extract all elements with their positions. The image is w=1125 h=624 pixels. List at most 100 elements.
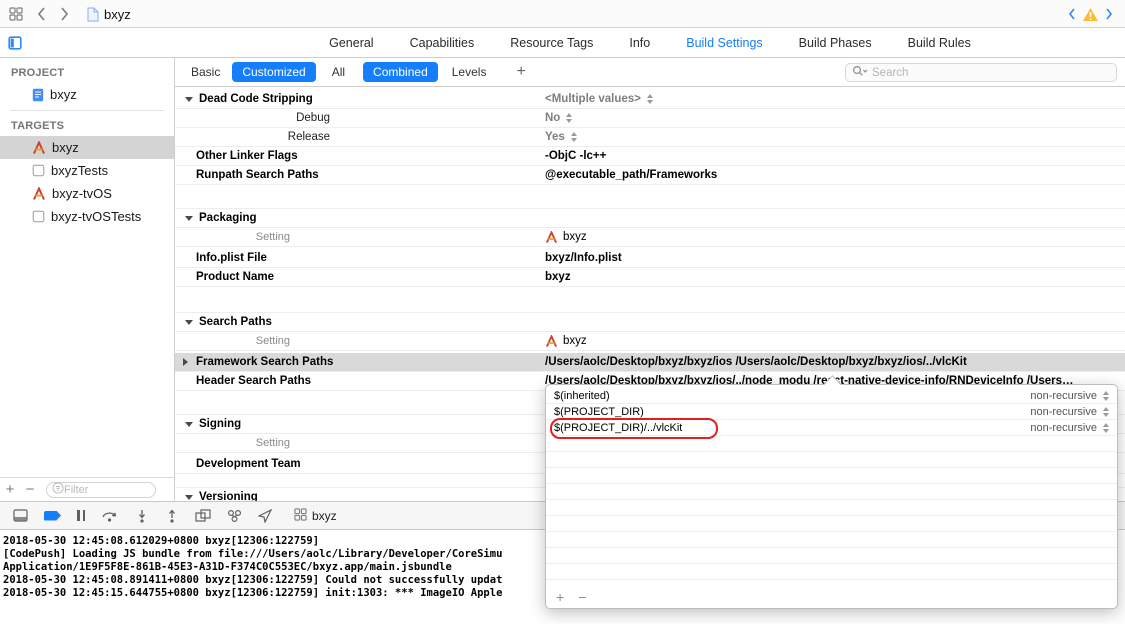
setting-row-dead-code-stripping[interactable]: Dead Code Stripping <Multiple values> [175,90,1125,109]
window-grid-icon[interactable] [9,0,23,28]
view-debugger-icon[interactable] [195,508,211,523]
next-issue-icon[interactable] [1105,0,1113,28]
setting-row-framework-search-paths[interactable]: Framework Search Paths /Users/aolc/Deskt… [175,353,1125,372]
tab-info[interactable]: Info [629,36,650,50]
setting-row-debug[interactable]: Debug No [175,109,1125,128]
scope-combined[interactable]: Combined [363,62,438,82]
forward-chevron-icon[interactable] [60,0,69,28]
step-out-icon[interactable] [165,508,179,523]
sidebar-item-project-bxyz[interactable]: bxyz [0,83,174,106]
mode-stepper[interactable] [1103,406,1109,417]
value-stepper[interactable] [570,132,577,142]
search-paths-popover: $(inherited) non-recursive $(PROJECT_DIR… [545,375,1118,609]
remove-path-button[interactable]: − [578,589,586,605]
setting-row-product-name[interactable]: Product Name bxyz [175,268,1125,287]
simulate-location-icon[interactable] [258,508,272,523]
empty-path-row[interactable] [546,564,1117,580]
setting-value[interactable]: <Multiple values> [545,93,1119,105]
tab-capabilities[interactable]: Capabilities [410,36,475,50]
test-bundle-icon [32,210,45,223]
setting-value[interactable]: No [545,112,1119,124]
section-title: Packaging [199,212,257,224]
section-header-packaging[interactable]: Packaging [175,209,1125,228]
scope-customized[interactable]: Customized [232,62,316,82]
empty-path-row[interactable] [546,548,1117,564]
filter-input[interactable] [64,483,144,496]
add-build-setting-button[interactable]: + [516,63,525,81]
value-stepper[interactable] [566,113,573,123]
setting-row-other-linker-flags[interactable]: Other Linker Flags -ObjC -lc++ [175,147,1125,166]
step-over-icon[interactable] [101,509,119,523]
recursion-mode[interactable]: non-recursive [1030,390,1097,402]
scope-levels[interactable]: Levels [448,62,491,82]
setting-value[interactable]: @executable_path/Frameworks [545,169,1119,181]
setting-value[interactable]: bxyz/Info.plist [545,252,1119,264]
sidebar-target-bxyz[interactable]: bxyz [0,136,174,159]
add-target-button[interactable]: + [0,480,20,500]
empty-path-row[interactable] [546,500,1117,516]
sidebar-item-label: bxyz [50,87,77,102]
memory-graph-icon[interactable] [227,509,242,523]
disclosure-triangle-icon[interactable] [185,215,193,221]
hide-debug-area-icon[interactable] [13,509,28,522]
empty-path-row[interactable] [546,436,1117,452]
tab-build-phases[interactable]: Build Phases [799,36,872,50]
mode-stepper[interactable] [1103,390,1109,401]
search-field[interactable] [845,63,1117,82]
add-path-button[interactable]: + [556,589,564,605]
path-row-project-dir[interactable]: $(PROJECT_DIR) non-recursive [546,404,1117,420]
empty-path-row[interactable] [546,532,1117,548]
tab-build-settings[interactable]: Build Settings [686,36,762,50]
setting-row-info-plist-file[interactable]: Info.plist File bxyz/Info.plist [175,249,1125,268]
empty-path-row[interactable] [546,516,1117,532]
empty-path-row[interactable] [546,484,1117,500]
test-bundle-icon [32,164,45,177]
breakpoints-toggle-icon[interactable] [44,510,61,521]
pause-icon[interactable] [77,510,85,521]
setting-value[interactable]: Yes [545,131,1119,143]
recursion-mode[interactable]: non-recursive [1030,406,1097,418]
disclosure-triangle-icon[interactable] [185,494,193,500]
path-row-vlckit[interactable]: $(PROJECT_DIR)/../vlcKit non-recursive [546,420,1117,436]
target-column-header: bxyz [545,230,1119,244]
value-stepper[interactable] [646,94,653,104]
window-toolbar: bxyz [0,0,1125,28]
process-grid-icon [294,507,307,524]
warning-icon[interactable] [1082,0,1099,28]
section-title: Signing [199,418,242,430]
scope-all[interactable]: All [328,62,349,82]
section-header-search-paths[interactable]: Search Paths [175,313,1125,332]
empty-path-row[interactable] [546,452,1117,468]
search-input[interactable] [872,66,1110,79]
back-chevron-icon[interactable] [37,0,46,28]
target-column-header: bxyz [545,334,1119,348]
setting-row-release[interactable]: Release Yes [175,128,1125,147]
setting-value[interactable]: -ObjC -lc++ [545,150,1119,162]
recursion-mode[interactable]: non-recursive [1030,422,1097,434]
setting-value[interactable]: bxyz [545,271,1119,283]
sidebar-target-bxyz-tvostests[interactable]: bxyz-tvOSTests [0,205,174,228]
disclosure-triangle-icon[interactable] [183,358,188,366]
prev-issue-icon[interactable] [1068,0,1076,28]
disclosure-triangle-icon[interactable] [185,96,193,102]
disclosure-triangle-icon[interactable] [185,319,193,325]
config-label: Debug [296,112,330,124]
project-editor-icon[interactable] [8,36,22,53]
sidebar-filter-field[interactable] [46,481,156,498]
tab-resource-tags[interactable]: Resource Tags [510,36,593,50]
mode-stepper[interactable] [1103,422,1109,433]
process-picker[interactable]: bxyz [294,507,337,524]
empty-path-row[interactable] [546,468,1117,484]
step-into-icon[interactable] [135,509,149,523]
remove-target-button[interactable]: − [20,480,40,500]
sidebar-target-bxyztests[interactable]: bxyzTests [0,159,174,182]
sidebar-target-bxyz-tvos[interactable]: bxyz-tvOS [0,182,174,205]
setting-label: Product Name [196,271,274,283]
window-title: bxyz [104,6,131,22]
disclosure-triangle-icon[interactable] [185,421,193,427]
setting-row-runpath-search-paths[interactable]: Runpath Search Paths @executable_path/Fr… [175,166,1125,185]
tab-general[interactable]: General [329,36,373,50]
setting-value[interactable]: /Users/aolc/Desktop/bxyz/bxyz/ios /Users… [545,356,1119,368]
tab-build-rules[interactable]: Build Rules [908,36,971,50]
scope-basic[interactable]: Basic [187,62,224,82]
